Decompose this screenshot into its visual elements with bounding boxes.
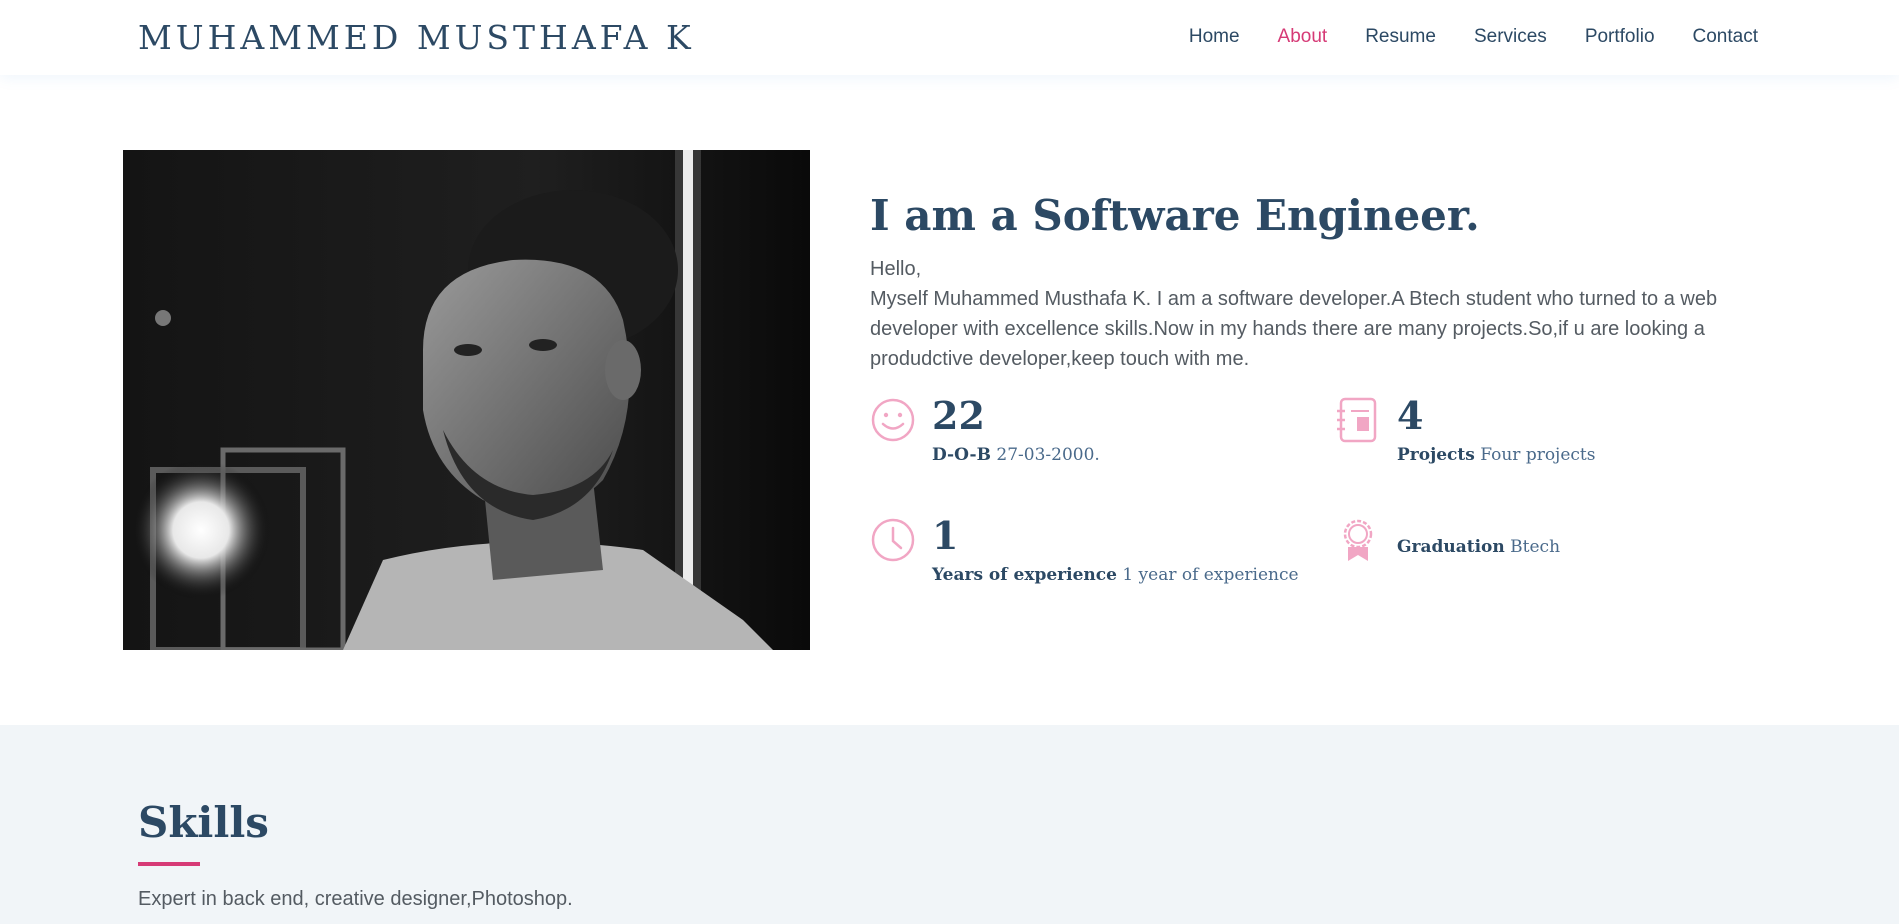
nav-home[interactable]: Home (1189, 26, 1240, 48)
skills-title: Skills (138, 798, 269, 847)
portrait-image (123, 150, 810, 650)
journal-icon (1337, 397, 1377, 443)
stat-projects-label: Projects Four projects (1397, 445, 1596, 465)
stat-graduation-label: Graduation Btech (1397, 537, 1561, 557)
site-header: MUHAMMED MUSTHAFA K Home About Resume Se… (0, 0, 1899, 75)
skills-section: Skills Expert in back end, creative desi… (0, 725, 1899, 924)
about-intro: Myself Muhammed Musthafa K. I am a softw… (870, 288, 1718, 370)
stat-experience-label: Years of experience 1 year of experience (932, 565, 1299, 585)
main-nav: Home About Resume Services Portfolio Con… (1151, 26, 1758, 48)
stat-projects-number: 4 (1397, 393, 1424, 438)
nav-resume[interactable]: Resume (1365, 26, 1436, 48)
about-headline: I am a Software Engineer. (870, 191, 1480, 240)
smile-icon (871, 398, 915, 442)
skills-title-underline (138, 862, 200, 866)
skills-description: Expert in back end, creative designer,Ph… (138, 888, 573, 910)
about-content: I am a Software Engineer. Hello, Myself … (870, 190, 1780, 374)
stat-age-label: D-O-B 27-03-2000. (932, 445, 1100, 465)
clock-icon (871, 518, 915, 562)
nav-services[interactable]: Services (1474, 26, 1547, 48)
site-logo[interactable]: MUHAMMED MUSTHAFA K (138, 18, 695, 57)
award-icon (1343, 519, 1373, 561)
stat-age-number: 22 (932, 393, 985, 438)
about-greeting: Hello, (870, 258, 922, 280)
nav-contact[interactable]: Contact (1693, 26, 1758, 48)
nav-about[interactable]: About (1278, 26, 1328, 48)
nav-portfolio[interactable]: Portfolio (1585, 26, 1655, 48)
profile-photo (123, 150, 810, 650)
stat-experience-number: 1 (932, 513, 959, 558)
